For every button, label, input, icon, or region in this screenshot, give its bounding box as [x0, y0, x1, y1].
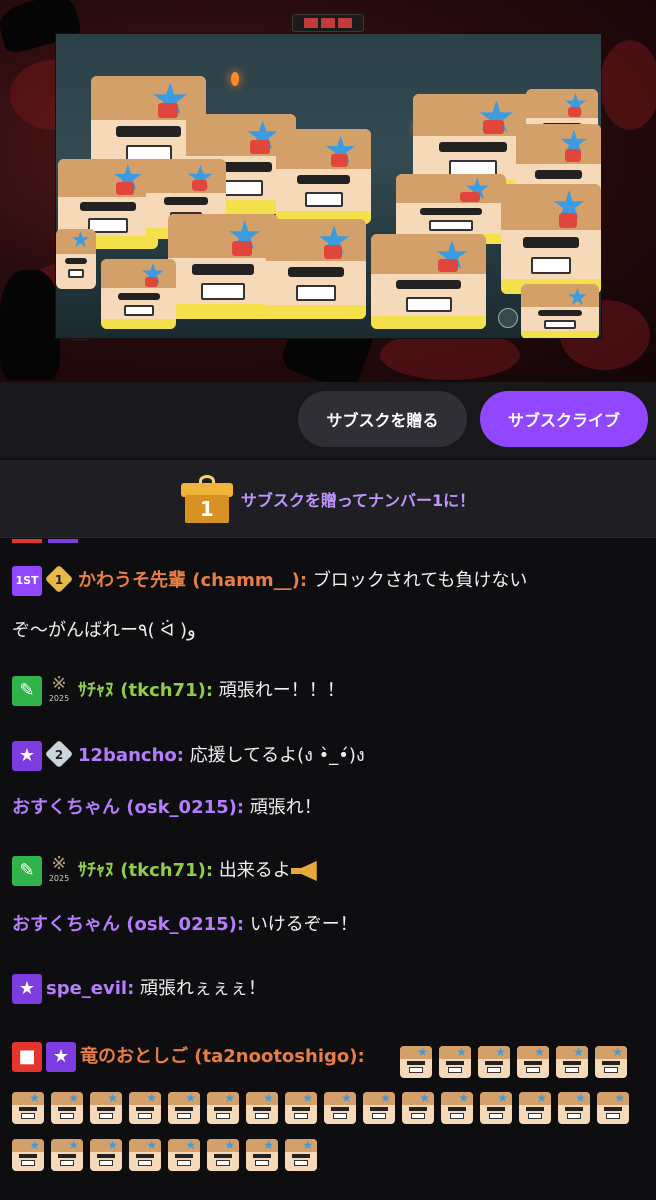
gift-banner-text: サブスクを贈ってナンバー1に！	[240, 490, 476, 510]
subscription-action-bar: サブスクを贈る サブスクライブ	[0, 382, 656, 458]
chat-message[interactable]: おすくちゃん (osk_0215): 頑張れ！	[12, 788, 644, 828]
angry-kid-emote[interactable]: ★	[285, 1092, 317, 1124]
angry-kid-emote[interactable]: ★	[597, 1092, 629, 1124]
vip-sword-icon[interactable]: ✎	[12, 676, 42, 706]
angry-kid-emote[interactable]: ★	[363, 1092, 395, 1124]
chat-text: 頑張れ！	[249, 797, 322, 818]
angry-kid-emote[interactable]: ★	[207, 1139, 239, 1171]
angry-kid-emote[interactable]: ★	[519, 1092, 551, 1124]
megaphone-emoji	[290, 861, 317, 881]
emote-overlay: ★	[371, 234, 486, 329]
emote-row: ★ ★ ★ ★ ★ ★	[400, 1046, 627, 1078]
gift-box-icon: 1	[180, 474, 233, 523]
chat-text: ブロックされても負けない	[312, 570, 528, 591]
angry-kid-emote[interactable]: ★	[558, 1092, 590, 1124]
chat-text: 頑張れー！！！	[218, 680, 345, 701]
angry-kid-emote[interactable]: ★	[90, 1139, 122, 1171]
subscribe-button[interactable]: サブスクライブ	[480, 391, 648, 447]
angry-kid-emote[interactable]: ★	[441, 1092, 473, 1124]
emote-overlay: ★	[56, 229, 96, 289]
angry-kid-emote[interactable]: ★	[402, 1092, 434, 1124]
chat-message[interactable]: おすくちゃん (osk_0215): いけるぞー！	[12, 905, 644, 945]
emote-overlay: ★	[101, 259, 176, 329]
rank-2-icon[interactable]: 2	[44, 739, 74, 771]
angry-kid-emote[interactable]: ★	[207, 1092, 239, 1124]
chat-username[interactable]: ｻﾁｬﾇ (tkch71)	[78, 860, 206, 881]
chat-message[interactable]: ★ spe_evil: 頑張れぇぇぇ！	[12, 969, 644, 1009]
angry-kid-emote[interactable]: ★	[400, 1046, 432, 1078]
emote-row: ★ ★ ★ ★ ★ ★ ★ ★	[12, 1139, 317, 1171]
angry-kid-emote[interactable]: ★	[517, 1046, 549, 1078]
emote-overlay: ★	[521, 284, 599, 338]
zombie-hand-decoration	[0, 270, 60, 380]
angry-kid-emote[interactable]: ★	[51, 1092, 83, 1124]
angry-kid-emote[interactable]: ★	[246, 1092, 278, 1124]
chat-text: 出来るよ	[218, 860, 291, 881]
sub-star-icon[interactable]: ★	[12, 741, 42, 771]
angry-kid-emote[interactable]: ★	[12, 1092, 44, 1124]
angry-kid-emote[interactable]: ★	[324, 1092, 356, 1124]
emote-overlay: ★	[276, 129, 371, 224]
emote-overlay: ★	[168, 214, 278, 319]
chat-text: 応援してるよ(ง •̀_•́)ง	[189, 745, 365, 766]
sub-star-icon[interactable]: ★	[12, 974, 42, 1004]
rank-2025-icon[interactable]: ※ 2025	[46, 674, 72, 708]
chat-message[interactable]: ★ 2 12bancho: 応援してるよ(ง •̀_•́)ง	[12, 736, 644, 776]
rank-1-icon[interactable]: 1	[44, 564, 74, 596]
angry-kid-emote[interactable]: ★	[12, 1139, 44, 1171]
angry-kid-emote[interactable]: ★	[480, 1092, 512, 1124]
angry-kid-emote[interactable]: ★	[478, 1046, 510, 1078]
chat-username[interactable]: spe_evil	[46, 978, 127, 999]
angry-kid-emote[interactable]: ★	[285, 1139, 317, 1171]
angry-kid-emote[interactable]: ★	[246, 1139, 278, 1171]
sub-star-icon[interactable]: ★	[46, 1042, 76, 1072]
chat-username[interactable]: おすくちゃん (osk_0215)	[12, 914, 237, 935]
chat-message[interactable]: ✎ ※ 2025 ｻﾁｬﾇ (tkch71): 頑張れー！！！	[12, 671, 644, 711]
chat-username[interactable]: ｻﾁｬﾇ (tkch71)	[78, 680, 206, 701]
emote-row: ★ ★ ★ ★ ★ ★ ★ ★ ★ ★ ★ ★ ★ ★ ★ ★	[12, 1092, 629, 1124]
chat-message[interactable]: 1ST 1 かわうそ先輩 (chamm__): ブロックされても負けない	[12, 561, 644, 601]
minimap-icon	[498, 308, 518, 328]
gift-rank-number: 1	[184, 494, 229, 523]
chat-username[interactable]: 竜のおとしご (ta2nootoshigo)	[80, 1046, 357, 1067]
angry-kid-emote[interactable]: ★	[168, 1139, 200, 1171]
gift-sub-button[interactable]: サブスクを贈る	[298, 391, 467, 447]
emote-overlay: ★	[501, 184, 601, 294]
first-gift-badge[interactable]: 1ST	[12, 566, 42, 596]
angry-kid-emote[interactable]: ★	[129, 1139, 161, 1171]
emote-overlay: ★	[266, 219, 366, 319]
chat-username[interactable]: かわうそ先輩 (chamm__)	[78, 570, 300, 591]
angry-kid-emote[interactable]: ★	[595, 1046, 627, 1078]
angry-kid-emote[interactable]: ★	[51, 1139, 83, 1171]
stream-frame-tag	[292, 14, 364, 32]
angry-kid-emote[interactable]: ★	[556, 1046, 588, 1078]
stream-video-player[interactable]: ★ ★ ★ ★ ★ ★ ★ ★ ★ ★ ★ ★ ★ ★ ★ ★	[0, 0, 656, 382]
vip-sword-icon[interactable]: ✎	[12, 856, 42, 886]
chat-username[interactable]: おすくちゃん (osk_0215)	[12, 797, 237, 818]
chat-text: 頑張れぇぇぇ！	[140, 978, 267, 999]
angry-kid-emote[interactable]: ★	[168, 1092, 200, 1124]
game-screen: ★ ★ ★ ★ ★ ★ ★ ★ ★ ★ ★ ★ ★ ★ ★ ★	[55, 33, 602, 339]
angry-kid-emote[interactable]: ★	[129, 1092, 161, 1124]
gift-leaderboard-banner[interactable]: 1 サブスクを贈ってナンバー1に！	[0, 460, 656, 538]
chat-message[interactable]: ✎ ※ 2025 ｻﾁｬﾇ (tkch71): 出来るよ	[12, 851, 644, 891]
chat-message-list[interactable]: 1ST 1 かわうそ先輩 (chamm__): ブロックされても負けない ぞ〜がんば…	[0, 539, 656, 1200]
angry-kid-emote[interactable]: ★	[90, 1092, 122, 1124]
chat-message-continuation: ぞ〜がんばれー٩( ᐛ )و	[12, 611, 644, 651]
rank-2025-icon[interactable]: ※ 2025	[46, 854, 72, 888]
chat-username[interactable]: 12bancho	[78, 745, 177, 766]
angry-kid-emote[interactable]: ★	[439, 1046, 471, 1078]
live-camera-icon[interactable]: ■	[12, 1042, 42, 1072]
chat-text: ぞ〜がんばれー٩( ᐛ )و	[12, 620, 196, 641]
chat-text: いけるぞー！	[249, 914, 358, 935]
